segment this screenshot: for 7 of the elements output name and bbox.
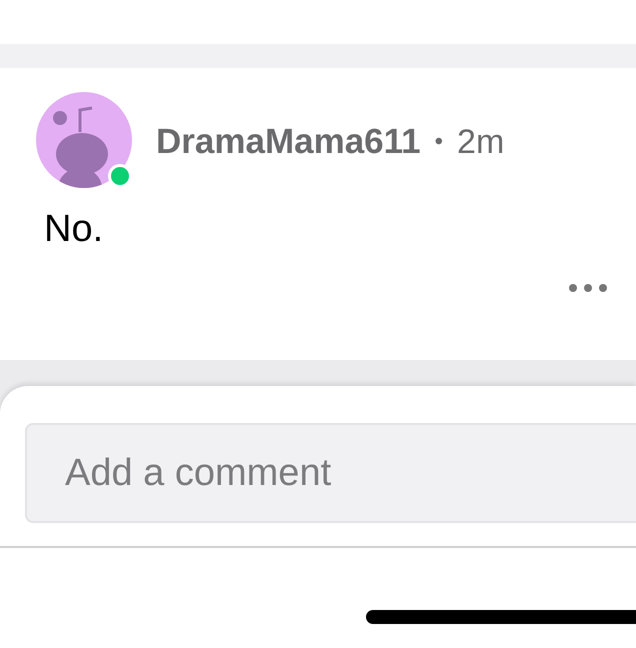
comment-input-field[interactable]: Add a comment: [25, 423, 636, 523]
avatar-icon[interactable]: [36, 92, 132, 188]
more-options-icon[interactable]: [568, 283, 608, 293]
comment-text: No.: [44, 208, 104, 251]
timestamp: 2m: [457, 122, 504, 162]
username[interactable]: DramaMama611: [156, 122, 421, 162]
separator-dot: •: [434, 128, 444, 156]
